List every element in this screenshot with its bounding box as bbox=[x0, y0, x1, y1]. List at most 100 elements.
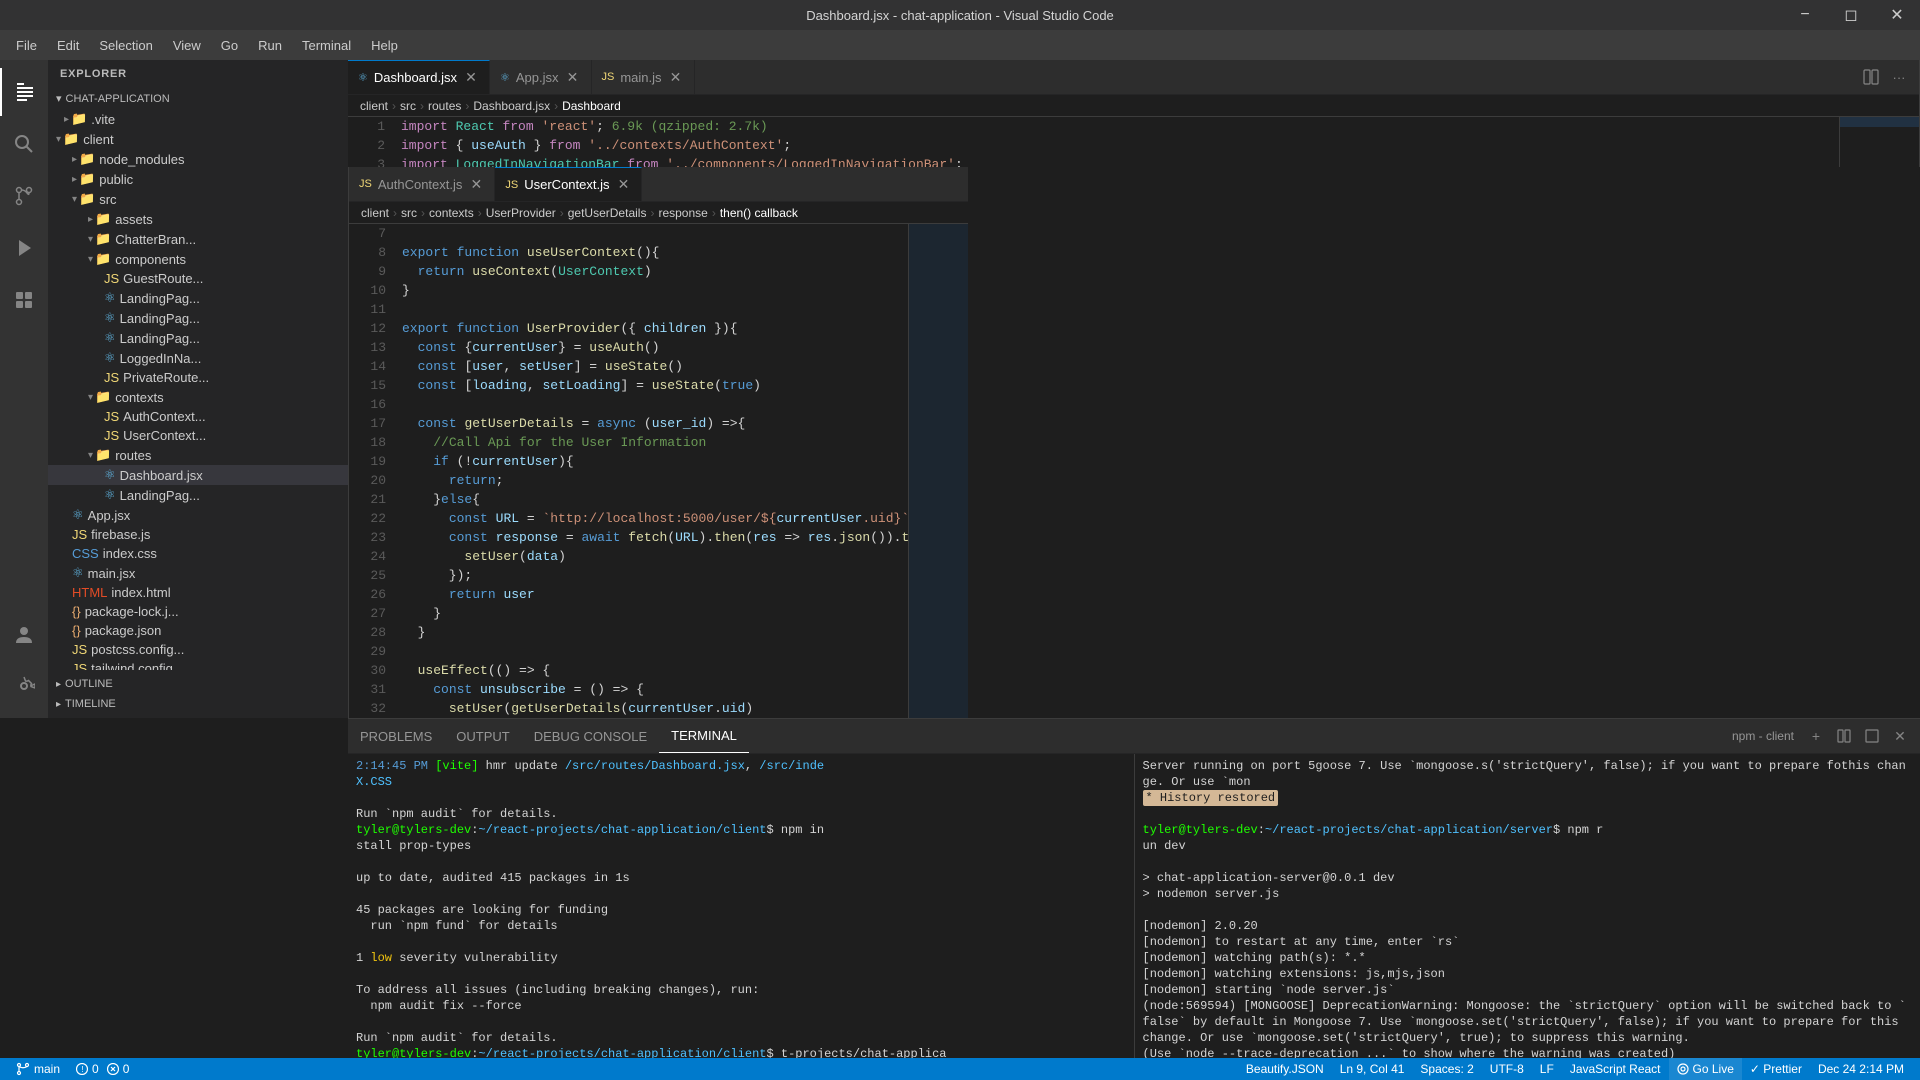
menu-run[interactable]: Run bbox=[250, 34, 290, 57]
terminal-tab-problems[interactable]: PROBLEMS bbox=[348, 719, 444, 753]
status-git-branch[interactable]: main bbox=[8, 1058, 68, 1080]
tab-main-js[interactable]: JS main.js ✕ bbox=[592, 60, 695, 94]
bc-dashboard-fn[interactable]: Dashboard bbox=[562, 99, 621, 113]
status-go-live[interactable]: Go Live bbox=[1669, 1058, 1742, 1080]
status-beautify-json[interactable]: Beautify.JSON bbox=[1238, 1058, 1332, 1080]
terminal-maximize-button[interactable] bbox=[1860, 724, 1884, 748]
authcontext-tab-close[interactable]: ✕ bbox=[468, 176, 484, 192]
account-activity-icon[interactable] bbox=[0, 610, 48, 658]
menu-selection[interactable]: Selection bbox=[91, 34, 160, 57]
tree-item-postcss[interactable]: JS postcss.config... bbox=[48, 640, 348, 659]
tree-item-indexcss[interactable]: CSS index.css bbox=[48, 544, 348, 563]
tree-item-firebase[interactable]: JS firebase.js bbox=[48, 525, 348, 544]
menu-help[interactable]: Help bbox=[363, 34, 406, 57]
status-spaces[interactable]: Spaces: 2 bbox=[1412, 1058, 1481, 1080]
tree-item-tailwind[interactable]: JS tailwind.config... bbox=[48, 659, 348, 670]
tree-item-landingpag3[interactable]: ⚛ LandingPag... bbox=[48, 328, 348, 348]
terminal-tab-output[interactable]: OUTPUT bbox=[444, 719, 521, 753]
tree-item-node-modules-client[interactable]: ▸ 📁 node_modules bbox=[48, 149, 348, 169]
tree-item-usercontext[interactable]: JS UserContext... bbox=[48, 426, 348, 445]
status-language[interactable]: JavaScript React bbox=[1562, 1058, 1669, 1080]
tree-item-guestroute[interactable]: JS GuestRoute... bbox=[48, 269, 348, 288]
split-editor-button[interactable] bbox=[1859, 65, 1883, 89]
tree-item-assets[interactable]: ▸ 📁 assets bbox=[48, 209, 348, 229]
tree-item-privateroute[interactable]: JS PrivateRoute... bbox=[48, 368, 348, 387]
tree-item-public[interactable]: ▸ 📁 public bbox=[48, 169, 348, 189]
right-code-area[interactable]: 78910 111213141516 1718192021 2223242526… bbox=[349, 224, 968, 718]
tab-dashboard-jsx[interactable]: ⚛ Dashboard.jsx ✕ bbox=[348, 60, 490, 94]
terminal-close-button[interactable]: ✕ bbox=[1888, 724, 1912, 748]
bc-routes[interactable]: routes bbox=[428, 99, 461, 113]
menu-file[interactable]: File bbox=[8, 34, 45, 57]
tree-item-components[interactable]: ▾ 📁 components bbox=[48, 249, 348, 269]
rbc-then-callback[interactable]: then() callback bbox=[720, 206, 798, 220]
tree-item-pkgjson-client[interactable]: {} package.json bbox=[48, 621, 348, 640]
terminal-tab-debug[interactable]: DEBUG CONSOLE bbox=[522, 719, 659, 753]
window-controls: − ◻ ✕ bbox=[1782, 0, 1920, 30]
bc-dashboardjsx[interactable]: Dashboard.jsx bbox=[473, 99, 550, 113]
app-tab-close[interactable]: ✕ bbox=[565, 69, 581, 85]
term-right-3: tyler@tylers-dev:~/react-projects/chat-a… bbox=[1143, 822, 1913, 838]
bc-src[interactable]: src bbox=[400, 99, 416, 113]
restore-button[interactable]: ◻ bbox=[1828, 0, 1874, 30]
tree-item-pkglock-client[interactable]: {} package-lock.j... bbox=[48, 602, 348, 621]
chatterbran-label: ChatterBran... bbox=[115, 232, 196, 247]
menu-terminal[interactable]: Terminal bbox=[294, 34, 359, 57]
tab-authcontext[interactable]: JS AuthContext.js ✕ bbox=[349, 167, 495, 201]
terminal-add-button[interactable]: + bbox=[1804, 724, 1828, 748]
more-actions-button[interactable]: ··· bbox=[1887, 65, 1911, 89]
status-problems[interactable]: ! 0 0 bbox=[68, 1058, 137, 1080]
extensions-activity-icon[interactable] bbox=[0, 276, 48, 324]
menu-edit[interactable]: Edit bbox=[49, 34, 87, 57]
rbc-userprovider[interactable]: UserProvider bbox=[486, 206, 556, 220]
tree-item-appjsx[interactable]: ⚛ App.jsx bbox=[48, 505, 348, 525]
status-cursor-pos[interactable]: Ln 9, Col 41 bbox=[1332, 1058, 1413, 1080]
tree-item-vite[interactable]: ▸ 📁 .vite bbox=[48, 109, 348, 129]
terminal-right-pane[interactable]: Server running on port 5goose 7. Use `mo… bbox=[1135, 754, 1920, 1058]
explorer-activity-icon[interactable] bbox=[0, 68, 48, 116]
menu-view[interactable]: View bbox=[165, 34, 209, 57]
tree-item-loggedin[interactable]: ⚛ LoggedInNa... bbox=[48, 348, 348, 368]
tree-item-contexts[interactable]: ▾ 📁 contexts bbox=[48, 387, 348, 407]
rbc-client[interactable]: client bbox=[361, 206, 389, 220]
tree-item-routes-client[interactable]: ▾ 📁 routes bbox=[48, 445, 348, 465]
settings-activity-icon[interactable] bbox=[0, 662, 48, 710]
tree-item-landingpag-routes[interactable]: ⚛ LandingPag... bbox=[48, 485, 348, 505]
close-button[interactable]: ✕ bbox=[1874, 0, 1920, 30]
status-encoding[interactable]: UTF-8 bbox=[1482, 1058, 1532, 1080]
tree-item-chatterbran[interactable]: ▾ 📁 ChatterBran... bbox=[48, 229, 348, 249]
tree-item-src[interactable]: ▾ 📁 src bbox=[48, 189, 348, 209]
timeline-section[interactable]: ▸ TIMELINE bbox=[48, 694, 348, 714]
terminal-left-pane[interactable]: 2:14:45 PM [vite] hmr update /src/routes… bbox=[348, 754, 1135, 1058]
tree-item-landingpag2[interactable]: ⚛ LandingPag... bbox=[48, 308, 348, 328]
rbc-src[interactable]: src bbox=[401, 206, 417, 220]
tree-item-dashboard[interactable]: ⚛ Dashboard.jsx bbox=[48, 465, 348, 485]
search-activity-icon[interactable] bbox=[0, 120, 48, 168]
usercontext-tab-close[interactable]: ✕ bbox=[615, 177, 631, 193]
tree-item-landingpag1[interactable]: ⚛ LandingPag... bbox=[48, 288, 348, 308]
menu-go[interactable]: Go bbox=[213, 34, 246, 57]
status-prettier[interactable]: ✓ Prettier bbox=[1742, 1058, 1810, 1080]
terminal-split-button[interactable] bbox=[1832, 724, 1856, 748]
rbc-response[interactable]: response bbox=[658, 206, 707, 220]
rbc-contexts[interactable]: contexts bbox=[429, 206, 474, 220]
rbc-getuserdetails[interactable]: getUserDetails bbox=[568, 206, 647, 220]
tree-item-indexhtml[interactable]: HTML index.html bbox=[48, 583, 348, 602]
project-section[interactable]: ▾ CHAT-APPLICATION bbox=[48, 88, 348, 109]
terminal-tab-terminal[interactable]: TERMINAL bbox=[659, 719, 749, 753]
tab-app-jsx[interactable]: ⚛ App.jsx ✕ bbox=[490, 60, 592, 94]
minimize-button[interactable]: − bbox=[1782, 0, 1828, 30]
source-control-activity-icon[interactable] bbox=[0, 172, 48, 220]
status-line-ending[interactable]: LF bbox=[1532, 1058, 1562, 1080]
tree-item-client[interactable]: ▾ 📁 client bbox=[48, 129, 348, 149]
rcode-9: return useContext(UserContext) bbox=[402, 262, 900, 281]
main-tab-close[interactable]: ✕ bbox=[668, 69, 684, 85]
tree-item-authcontext[interactable]: JS AuthContext... bbox=[48, 407, 348, 426]
outline-section[interactable]: ▸ OUTLINE bbox=[48, 674, 348, 694]
tree-item-mainjsx[interactable]: ⚛ main.jsx bbox=[48, 563, 348, 583]
run-debug-activity-icon[interactable] bbox=[0, 224, 48, 272]
dashboard-tab-close[interactable]: ✕ bbox=[463, 70, 479, 86]
left-code-area[interactable]: 12345 678910 1112131415 161718 import Re… bbox=[348, 117, 1919, 167]
tab-usercontext[interactable]: JS UserContext.js ✕ bbox=[495, 167, 642, 201]
bc-client[interactable]: client bbox=[360, 99, 388, 113]
